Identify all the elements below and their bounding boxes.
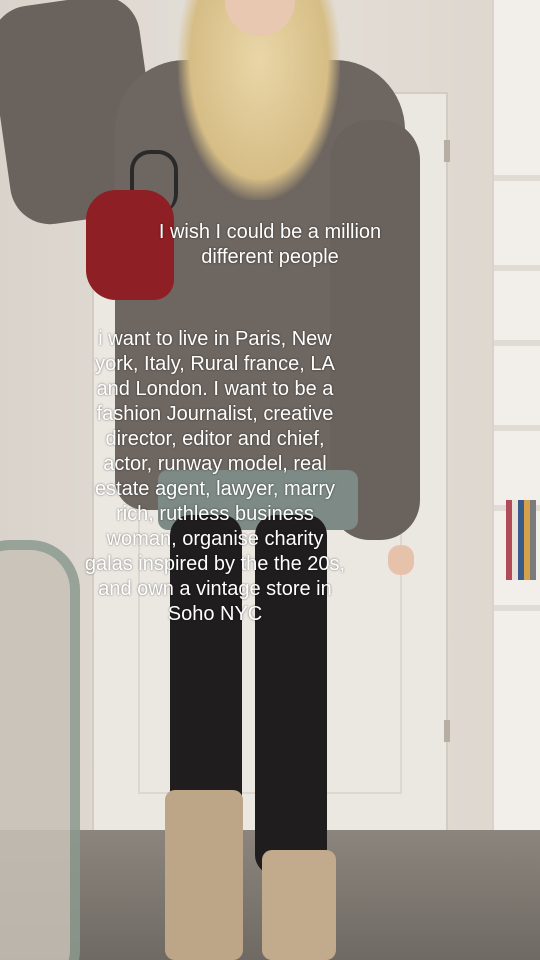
shelf [494, 605, 540, 611]
caption-body: i want to live in Paris, New york, Italy… [84, 328, 346, 625]
shelf [494, 265, 540, 271]
bookshelf [492, 0, 540, 960]
right-boot [262, 850, 336, 960]
caption-headline: I wish I could be a million different pe… [158, 221, 382, 268]
shelf [494, 425, 540, 431]
left-boot [165, 790, 243, 960]
shelf [494, 340, 540, 346]
door-hinge [444, 140, 450, 162]
door-hinge [444, 720, 450, 742]
books [506, 500, 536, 580]
shelf [494, 175, 540, 181]
photo-scene: I wish I could be a million different pe… [0, 0, 540, 960]
